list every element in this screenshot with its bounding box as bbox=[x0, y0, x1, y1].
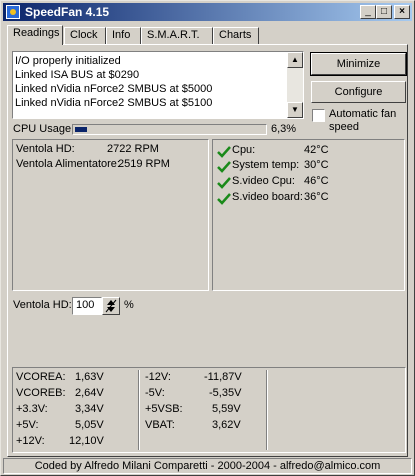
check-ok-icon bbox=[217, 193, 231, 205]
maximize-window-button[interactable]: □ bbox=[376, 5, 392, 19]
log-line: Linked nVidia nForce2 SMBUS at $5100 bbox=[15, 97, 213, 109]
tab-clock[interactable]: Clock bbox=[64, 27, 106, 44]
cpu-usage-value: 6,3% bbox=[271, 123, 297, 135]
voltage-name: VCOREB: bbox=[16, 387, 66, 399]
close-window-button[interactable]: × bbox=[394, 5, 410, 19]
tab-charts[interactable]: Charts bbox=[213, 27, 259, 44]
scroll-up-button[interactable]: ▲ bbox=[287, 52, 303, 68]
voltage-value: 5,59V bbox=[212, 403, 241, 415]
temp-name: S.video Cpu: bbox=[232, 175, 295, 187]
maximize-icon: □ bbox=[380, 6, 388, 17]
tab-label: S.M.A.R.T. bbox=[147, 29, 200, 41]
voltages-panel: VCOREA: 1,63V VCOREB: 2,64V +3.3V: 3,34V… bbox=[12, 367, 406, 453]
log-line: I/O properly initialized bbox=[15, 55, 121, 67]
spinner-arrows-icon bbox=[105, 299, 117, 313]
log-line: Linked nVidia nForce2 SMBUS at $5000 bbox=[15, 83, 213, 95]
fan-speed-input[interactable]: 100 bbox=[72, 297, 102, 315]
tab-label: Clock bbox=[70, 29, 98, 41]
voltage-name: VBAT: bbox=[145, 419, 175, 431]
minimize-icon: _ bbox=[365, 6, 371, 17]
cpu-usage-bar-fill bbox=[75, 127, 87, 132]
temperatures-panel: Cpu: 42°C System temp: 30°C S.video Cpu:… bbox=[212, 139, 405, 291]
window-title: SpeedFan 4.15 bbox=[25, 5, 110, 19]
tab-readings[interactable]: Readings bbox=[7, 25, 63, 45]
scroll-down-button[interactable]: ▼ bbox=[287, 102, 303, 118]
arrow-down-icon: ▼ bbox=[291, 105, 299, 114]
fan-name: Ventola HD: bbox=[16, 143, 75, 155]
check-ok-icon bbox=[217, 177, 231, 189]
voltages-divider bbox=[266, 370, 268, 450]
voltage-name: -5V: bbox=[145, 387, 165, 399]
check-ok-icon bbox=[217, 161, 231, 173]
close-icon: × bbox=[399, 6, 405, 17]
cpu-usage-bar bbox=[72, 124, 267, 135]
minimize-window-button[interactable]: _ bbox=[360, 5, 376, 19]
tab-label: Readings bbox=[13, 27, 60, 39]
fan-value: 2722 RPM bbox=[107, 143, 159, 155]
voltage-value: 3,34V bbox=[75, 403, 104, 415]
fans-panel: Ventola HD: 2722 RPM Ventola Alimentator… bbox=[12, 139, 209, 291]
tab-label: Info bbox=[112, 29, 131, 41]
voltage-value: -5,35V bbox=[209, 387, 242, 399]
fan-control-unit: % bbox=[124, 299, 134, 311]
voltages-divider bbox=[138, 370, 140, 450]
fan-value: 2519 RPM bbox=[118, 158, 170, 170]
fan-control-label: Ventola HD: bbox=[13, 299, 72, 311]
log-listbox[interactable]: I/O properly initialized Linked ISA BUS … bbox=[12, 51, 304, 119]
status-text: Coded by Alfredo Milani Comparetti - 200… bbox=[34, 460, 381, 472]
voltage-name: +5V: bbox=[16, 419, 39, 431]
temp-value: 30°C bbox=[304, 159, 329, 171]
automatic-fan-speed-checkbox[interactable] bbox=[312, 109, 325, 122]
voltage-value: -11,87V bbox=[204, 371, 242, 383]
voltage-value: 5,05V bbox=[75, 419, 104, 431]
speedfan-app-icon[interactable] bbox=[6, 5, 20, 19]
minimize-button[interactable]: Minimize bbox=[310, 52, 407, 76]
voltage-name: +3.3V: bbox=[16, 403, 48, 415]
voltage-value: 12,10V bbox=[69, 435, 104, 447]
arrow-up-icon: ▲ bbox=[291, 55, 299, 64]
configure-button[interactable]: Configure bbox=[311, 81, 406, 103]
temp-name: Cpu: bbox=[232, 144, 256, 156]
temp-name: S.video board: bbox=[232, 191, 303, 203]
temp-name: System temp: bbox=[232, 159, 300, 171]
automatic-fan-speed-label[interactable]: Automatic fan speed bbox=[329, 108, 396, 134]
tab-smart[interactable]: S.M.A.R.T. bbox=[141, 27, 213, 44]
voltage-name: +5VSB: bbox=[145, 403, 183, 415]
check-ok-icon bbox=[217, 146, 231, 158]
voltage-name: VCOREA: bbox=[16, 371, 66, 383]
temp-value: 42°C bbox=[304, 144, 329, 156]
tab-label: Charts bbox=[219, 29, 252, 41]
automatic-fan-speed-label-line1: Automatic fan bbox=[329, 108, 397, 120]
voltage-value: 3,62V bbox=[212, 419, 241, 431]
automatic-fan-speed-label-line2: speed bbox=[329, 121, 359, 133]
voltage-value: 2,64V bbox=[75, 387, 104, 399]
log-lines: I/O properly initialized Linked ISA BUS … bbox=[15, 54, 285, 110]
tab-info[interactable]: Info bbox=[106, 27, 141, 44]
title-bar[interactable]: SpeedFan 4.15 _ □ × bbox=[3, 3, 412, 21]
log-scrollbar[interactable]: ▲ ▼ bbox=[287, 52, 303, 118]
temp-value: 46°C bbox=[304, 175, 329, 187]
log-line: Linked ISA BUS at $0290 bbox=[15, 69, 140, 81]
speedfan-window: SpeedFan 4.15 _ □ × Readings Clock Info … bbox=[0, 0, 415, 476]
voltage-value: 1,63V bbox=[75, 371, 104, 383]
cpu-usage-label: CPU Usage bbox=[13, 123, 72, 135]
status-bar: Coded by Alfredo Milani Comparetti - 200… bbox=[3, 458, 412, 474]
fan-speed-spinner[interactable] bbox=[102, 297, 120, 315]
voltage-name: -12V: bbox=[145, 371, 171, 383]
fan-name: Ventola Alimentatore: bbox=[16, 158, 120, 170]
voltage-name: +12V: bbox=[16, 435, 45, 447]
temp-value: 36°C bbox=[304, 191, 329, 203]
